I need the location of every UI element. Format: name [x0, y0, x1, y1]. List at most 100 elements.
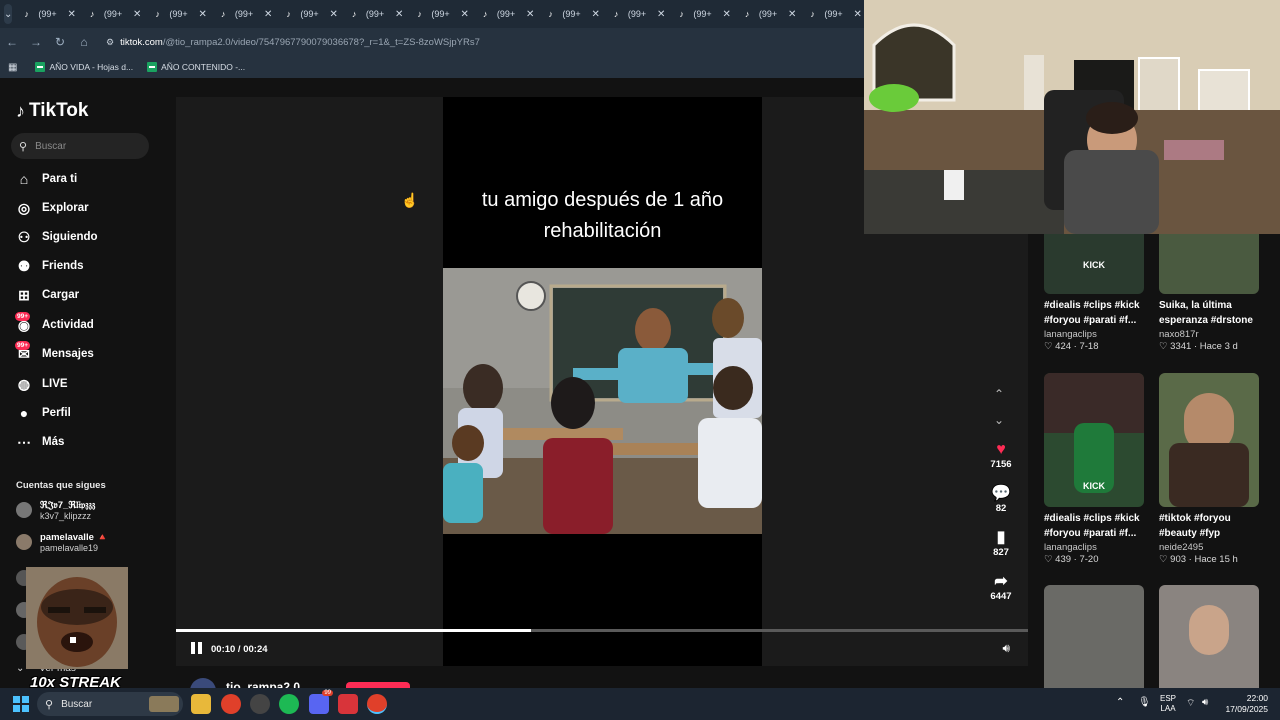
back-icon[interactable]: ← [0, 30, 24, 54]
bookmark-label: AÑO CONTENIDO -... [161, 62, 246, 72]
steam-icon[interactable] [250, 694, 270, 714]
tiktok-favicon-icon: ♪ [220, 9, 226, 19]
rec-meta: ♡ 903 · Hace 15 h [1159, 554, 1238, 565]
browser-tab[interactable]: ♪ (99+ ✕ [673, 3, 739, 25]
chevron-up-icon[interactable]: ⌃ [994, 387, 1004, 401]
close-tab-icon[interactable]: ✕ [723, 9, 731, 20]
rec-thumbnail [1044, 585, 1144, 688]
site-settings-icon[interactable]: ⚙ [106, 37, 114, 48]
like-button[interactable]: ♥ 7156 [986, 441, 1016, 470]
nav-item-cargar[interactable]: ⊞ Cargar [16, 287, 79, 303]
close-tab-icon[interactable]: ✕ [657, 9, 665, 20]
browser-tab[interactable]: ♪ (99+ ✕ [346, 3, 412, 25]
pause-button[interactable] [191, 642, 205, 656]
bookmark-ano-vida[interactable]: AÑO VIDA - Hojas d... [35, 62, 133, 72]
discord-icon[interactable]: 99 [309, 690, 333, 714]
forward-icon[interactable]: → [24, 30, 48, 54]
nav-item-más[interactable]: ⋯ Más [16, 434, 64, 450]
volume-tray-icon[interactable]: 🔊︎ [1202, 697, 1208, 708]
tab-label: (99+ [562, 9, 581, 19]
rec-card[interactable]: KICK #diealis #clips #kick #foryou #para… [1044, 373, 1154, 565]
chrome-icon[interactable] [221, 694, 241, 714]
sheets-icon [35, 62, 46, 72]
browser-tab[interactable]: ♪ (99+ ✕ [411, 3, 477, 25]
browser-tab[interactable]: ♪ (99+ ✕ [18, 3, 84, 25]
share-button[interactable]: ➦ 6447 [986, 573, 1016, 602]
wifi-icon[interactable]: ⌔ [1186, 697, 1195, 710]
rec-card[interactable] [1044, 585, 1154, 688]
browser-tab[interactable]: ♪ (99+ ✕ [84, 3, 150, 25]
browser-tab[interactable]: ♪ (99+ ✕ [739, 3, 805, 25]
close-tab-icon[interactable]: ✕ [68, 9, 76, 20]
nav-item-para-ti[interactable]: ⌂ Para ti [16, 171, 77, 187]
sheets-icon [147, 62, 158, 72]
tab-search-dropdown[interactable]: ⌄ [4, 4, 13, 24]
close-tab-icon[interactable]: ✕ [854, 9, 862, 20]
more-icon: ⋯ [17, 433, 31, 450]
rec-card[interactable] [1159, 585, 1269, 688]
comment-button[interactable]: 💬 82 [986, 485, 1016, 514]
browser-tab[interactable]: ♪ (99+ ✕ [477, 3, 543, 25]
microphone-icon[interactable]: 🎙︎ [1138, 697, 1151, 708]
close-tab-icon[interactable]: ✕ [592, 9, 600, 20]
close-tab-icon[interactable]: ✕ [133, 9, 141, 20]
nav-item-live[interactable]: ◍ LIVE [16, 376, 68, 392]
windows-start-button[interactable] [13, 696, 29, 712]
file-explorer-icon[interactable] [191, 694, 211, 714]
taskbar-search-input[interactable]: ⚲ Buscar [37, 692, 183, 716]
chrome-active-icon[interactable] [367, 694, 387, 714]
taskbar-search-placeholder: Buscar [61, 698, 93, 710]
close-tab-icon[interactable]: ✕ [395, 9, 403, 20]
tiktok-logo[interactable]: ♪ TikTok [16, 100, 88, 122]
nav-label: Mensajes [42, 348, 94, 360]
home-browser-icon[interactable]: ⌂ [72, 30, 96, 54]
nav-item-friends[interactable]: ⚉ Friends [16, 258, 84, 274]
close-tab-icon[interactable]: ✕ [788, 9, 796, 20]
save-button[interactable]: ▮ 827 [986, 529, 1016, 558]
browser-tab[interactable]: ♪ (99+ ✕ [804, 3, 870, 25]
chevron-up-icon[interactable]: ⌃ [1116, 697, 1124, 708]
close-tab-icon[interactable]: ✕ [199, 9, 207, 20]
account-handle: pamelavalle19 [40, 543, 99, 553]
account-name: pamelavalle 🔺 [40, 532, 109, 543]
streaming-app-icon[interactable] [338, 694, 358, 714]
close-tab-icon[interactable]: ✕ [526, 9, 534, 20]
search-highlight-icon [149, 696, 179, 712]
browser-tab[interactable]: ♪ (99+ ✕ [215, 3, 281, 25]
logo-text: TikTok [29, 100, 89, 121]
nav-item-perfil[interactable]: ● Perfil [16, 405, 71, 421]
nav-item-actividad[interactable]: ◉ 99+ Actividad [15, 312, 94, 333]
bookmark-icon: ▮ [996, 529, 1006, 546]
channel-name[interactable]: tio_rampa2.0 [226, 680, 300, 688]
compass-icon: ◎ [17, 199, 31, 216]
browser-tab[interactable]: ♪ (99+ ✕ [608, 3, 674, 25]
caption-line-1: tu amigo después de 1 año [481, 189, 724, 211]
language-indicator[interactable]: ESP LAA [1160, 694, 1176, 714]
video-frame[interactable]: tu amigo después de 1 año rehabilitación [443, 97, 762, 666]
rec-card[interactable]: KICK #diealis #clips #kick #foryou #para… [1044, 234, 1154, 352]
rec-card[interactable]: #tiktok #foryou #beauty #fyp neide2495 ♡… [1159, 373, 1269, 565]
rec-card[interactable]: Suika, la última esperanza #drstone naxo… [1159, 234, 1269, 352]
browser-tab[interactable]: ♪ (99+ ✕ [280, 3, 346, 25]
search-input[interactable]: ⚲ Buscar [11, 133, 149, 159]
followed-account[interactable]: ℜ𝔍𝔳7_ℜ𝔩𝔦𝔭𝔷𝔷𝔷 k3v7_klipzzz [16, 500, 95, 522]
followed-account[interactable]: pamelavalle 🔺 pamelavalle19 [16, 532, 108, 554]
channel-avatar[interactable] [190, 678, 216, 688]
close-tab-icon[interactable]: ✕ [461, 9, 469, 20]
close-tab-icon[interactable]: ✕ [330, 9, 338, 20]
nav-item-siguiendo[interactable]: ⚇ Siguiendo [16, 229, 98, 245]
bookmark-ano-contenido[interactable]: AÑO CONTENIDO -... [147, 62, 245, 72]
apps-grid-icon[interactable]: ▦ [8, 62, 17, 73]
url-field[interactable]: ⚙ tiktok.com/@tio_rampa2.0/video/7547967… [106, 31, 480, 53]
progress-bar[interactable] [176, 629, 1028, 632]
spotify-icon[interactable] [279, 694, 299, 714]
chevron-down-icon[interactable]: ⌄ [994, 413, 1004, 427]
close-tab-icon[interactable]: ✕ [264, 9, 272, 20]
reload-icon[interactable]: ↻ [48, 30, 72, 54]
volume-icon[interactable]: 🔊︎ [1002, 641, 1010, 656]
system-clock[interactable]: 22:00 17/09/2025 [1225, 693, 1268, 715]
browser-tab[interactable]: ♪ (99+ ✕ [149, 3, 215, 25]
nav-item-mensajes[interactable]: ✉ 99+ Mensajes [15, 341, 94, 362]
nav-item-explorar[interactable]: ◎ Explorar [16, 200, 89, 216]
browser-tab[interactable]: ♪ (99+ ✕ [542, 3, 608, 25]
